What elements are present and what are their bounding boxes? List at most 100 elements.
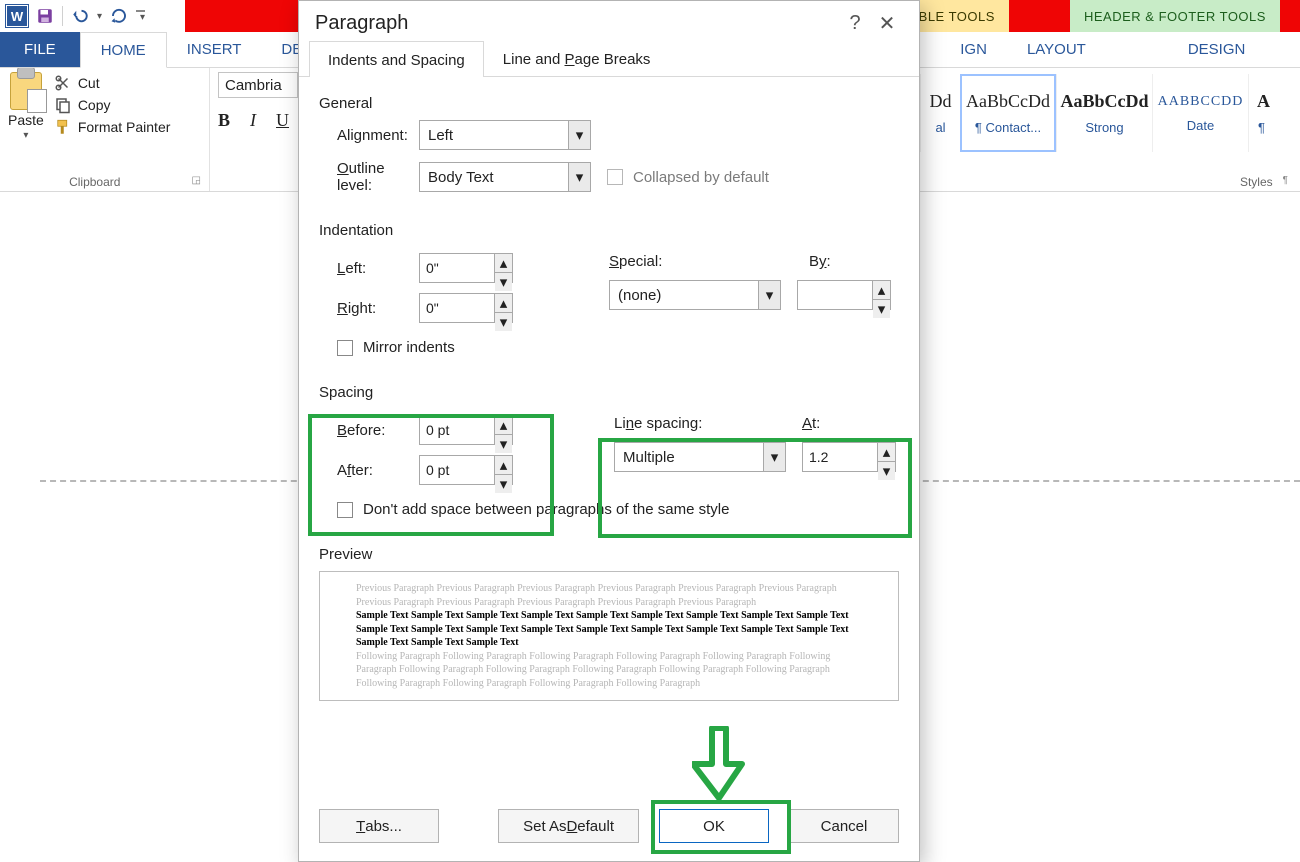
preview-following-text: Following Paragraph Following Paragraph … [356, 650, 862, 691]
style-card-cut2[interactable]: A ¶ [1248, 74, 1278, 152]
chevron-down-icon[interactable]: ▾ [758, 281, 780, 309]
dont-add-space-label: Don't add space between paragraphs of th… [363, 501, 729, 518]
alignment-label: Alignment: [319, 127, 419, 144]
spacing-after-spinner[interactable]: 0 pt ▴▾ [419, 455, 513, 485]
style-name: Date [1187, 118, 1214, 133]
redo-icon[interactable] [108, 5, 130, 27]
by-spinner[interactable]: ▴▾ [797, 280, 891, 310]
tab-indents-spacing[interactable]: Indents and Spacing [309, 41, 484, 77]
chevron-down-icon[interactable]: ▾ [763, 443, 785, 471]
chevron-down-icon[interactable]: ▾ [568, 121, 590, 149]
mirror-indents-label: Mirror indents [363, 339, 455, 356]
tab-header-footer-design[interactable]: DESIGN [1106, 32, 1266, 67]
spacing-before-label: Before: [319, 422, 419, 439]
cut-button[interactable]: Cut [54, 72, 171, 94]
spin-down-icon[interactable]: ▾ [495, 475, 512, 493]
tabs-button[interactable]: Tabs... [319, 809, 439, 843]
format-painter-button[interactable]: Format Painter [54, 116, 171, 138]
indent-left-label: Left: [319, 260, 419, 277]
ok-button[interactable]: OK [659, 809, 769, 843]
styles-dialog-launcher-icon[interactable]: ¶ [1273, 175, 1292, 186]
font-name-combo[interactable]: Cambria [218, 72, 298, 98]
clipboard-group-label: Clipboard [69, 175, 120, 189]
indent-right-value: 0" [420, 294, 494, 322]
special-combo[interactable]: (none) ▾ [609, 280, 781, 310]
cancel-button[interactable]: Cancel [789, 809, 899, 843]
section-spacing: Spacing [319, 384, 899, 401]
special-value: (none) [610, 287, 758, 304]
tab-insert[interactable]: INSERT [167, 32, 262, 67]
section-indentation: Indentation [319, 222, 899, 239]
spin-up-icon[interactable]: ▴ [873, 281, 890, 300]
spin-down-icon[interactable]: ▾ [495, 273, 512, 291]
tab-file[interactable]: FILE [0, 32, 80, 67]
line-spacing-label: Line spacing: [614, 415, 802, 432]
font-name-value: Cambria [225, 77, 282, 94]
underline-button[interactable]: U [276, 110, 289, 131]
style-card-cut[interactable]: Dd al [920, 74, 960, 152]
style-preview: AaBbCcDd [966, 91, 1050, 112]
word-app-icon: W [6, 5, 28, 27]
paste-button[interactable]: Paste ▾ [8, 72, 44, 141]
indent-right-spinner[interactable]: 0" ▴▾ [419, 293, 513, 323]
undo-dropdown-icon[interactable]: ▾ [97, 11, 102, 22]
tab-line-page-breaks[interactable]: Line and Page Breaks [484, 40, 670, 76]
undo-icon[interactable] [69, 5, 91, 27]
spin-up-icon[interactable]: ▴ [495, 416, 512, 435]
spin-down-icon[interactable]: ▾ [495, 435, 512, 453]
paste-dropdown-icon[interactable]: ▾ [23, 130, 28, 141]
tab-sign-cut[interactable]: IGN [954, 32, 1007, 67]
styles-group-label: Styles [1240, 175, 1273, 189]
cut-label: Cut [78, 75, 100, 91]
spin-up-icon[interactable]: ▴ [495, 294, 512, 313]
special-label: Special: [609, 253, 701, 270]
style-preview: AaBbCcDd [1060, 91, 1148, 112]
copy-button[interactable]: Copy [54, 94, 171, 116]
preview-previous-text: Previous Paragraph Previous Paragraph Pr… [356, 582, 862, 609]
outline-level-label: Outline level: [319, 160, 419, 194]
tab-layout[interactable]: LAYOUT [1007, 32, 1106, 67]
chevron-down-icon[interactable]: ▾ [568, 163, 590, 191]
set-as-default-button[interactable]: Set As Default [498, 809, 639, 843]
by-label: By: [809, 253, 899, 270]
save-icon[interactable] [34, 5, 56, 27]
spin-down-icon[interactable]: ▾ [495, 313, 512, 331]
checkbox-icon [607, 169, 623, 185]
by-value [798, 281, 872, 309]
style-card-strong[interactable]: AaBbCcDd Strong [1056, 74, 1152, 152]
outline-level-value: Body Text [420, 169, 568, 186]
italic-button[interactable]: I [250, 110, 256, 131]
help-icon[interactable]: ? [839, 12, 871, 35]
paste-icon [10, 72, 42, 110]
spacing-after-value: 0 pt [420, 456, 494, 484]
style-card-date[interactable]: AABBCCDD Date [1152, 74, 1248, 152]
spacing-before-spinner[interactable]: 0 pt ▴▾ [419, 415, 513, 445]
spin-up-icon[interactable]: ▴ [878, 443, 895, 462]
style-name: al [935, 120, 945, 135]
bold-button[interactable]: B [218, 110, 230, 131]
style-name: Strong [1085, 120, 1123, 135]
alignment-combo[interactable]: Left ▾ [419, 120, 591, 150]
mirror-indents-checkbox[interactable]: Mirror indents [319, 339, 899, 356]
at-spinner[interactable]: 1.2 ▴▾ [802, 442, 896, 472]
line-spacing-combo[interactable]: Multiple ▾ [614, 442, 786, 472]
style-pil-icon: ¶ [1258, 120, 1269, 135]
tab-indents-spacing-label: Indents and Spacing [328, 52, 465, 69]
indent-left-spinner[interactable]: 0" ▴▾ [419, 253, 513, 283]
line-spacing-value: Multiple [615, 449, 763, 466]
qat-customize-icon[interactable]: ▾ [136, 10, 145, 23]
outline-level-combo[interactable]: Body Text ▾ [419, 162, 591, 192]
indent-left-value: 0" [420, 254, 494, 282]
context-tab-header-footer-tools: HEADER & FOOTER TOOLS [1070, 0, 1284, 32]
paragraph-dialog: Paragraph ? ✕ Indents and Spacing Line a… [298, 0, 920, 862]
clipboard-dialog-launcher-icon[interactable]: ◲ [182, 175, 201, 186]
spin-down-icon[interactable]: ▾ [873, 300, 890, 318]
dont-add-space-checkbox[interactable]: Don't add space between paragraphs of th… [319, 501, 899, 518]
collapsed-default-label: Collapsed by default [633, 169, 769, 186]
spin-down-icon[interactable]: ▾ [878, 462, 895, 480]
spin-up-icon[interactable]: ▴ [495, 456, 512, 475]
close-icon[interactable]: ✕ [871, 11, 903, 36]
tab-home[interactable]: HOME [80, 32, 167, 68]
style-card-contact[interactable]: AaBbCcDd ¶ Contact... [960, 74, 1056, 152]
spin-up-icon[interactable]: ▴ [495, 254, 512, 273]
